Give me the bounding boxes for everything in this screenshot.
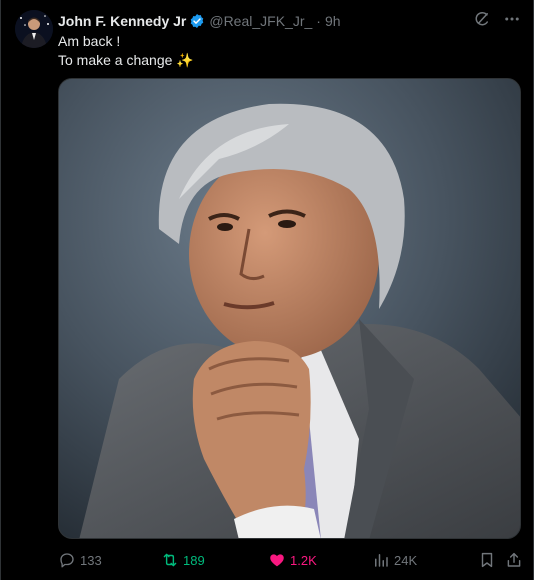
avatar[interactable] <box>15 10 53 48</box>
tweet-text-line-1: Am back ! <box>58 33 121 49</box>
more-options-icon[interactable] <box>503 10 521 28</box>
user-handle[interactable]: @Real_JFK_Jr_ <box>209 13 312 29</box>
views-count: 24K <box>394 552 418 568</box>
share-button[interactable] <box>505 549 527 571</box>
sparkles-emoji: ✨ <box>176 52 194 68</box>
portrait-photo-image <box>59 79 520 538</box>
retweet-icon <box>163 553 177 567</box>
analytics-icon <box>375 554 388 567</box>
separator-dot: · <box>316 13 321 29</box>
tweet-media-photo[interactable] <box>58 78 521 539</box>
tweet-actions-bar: 133 189 1.2K 24K <box>58 549 521 571</box>
share-icon <box>507 552 521 567</box>
display-name[interactable]: John F. Kennedy Jr <box>58 13 186 29</box>
bookmark-button[interactable] <box>478 549 500 571</box>
tweet-text-line-2: To make a change ✨ <box>58 51 194 70</box>
tweet-top-actions <box>473 10 521 28</box>
retweet-count: 189 <box>183 552 205 568</box>
reply-button[interactable]: 133 <box>58 549 102 571</box>
verified-badge-icon <box>189 13 205 29</box>
tweet-header: John F. Kennedy Jr @Real_JFK_Jr_ · 9h <box>58 12 341 30</box>
heart-filled-icon <box>270 554 284 567</box>
tweet-card[interactable]: John F. Kennedy Jr @Real_JFK_Jr_ · 9h Am… <box>0 0 534 580</box>
like-count: 1.2K <box>290 552 317 568</box>
reply-icon <box>60 553 74 568</box>
reply-count: 133 <box>80 552 102 568</box>
bookmark-icon <box>481 552 493 568</box>
tweet-text: Am back ! To make a change ✨ <box>58 32 194 70</box>
views-button[interactable]: 24K <box>372 549 417 571</box>
timestamp[interactable]: 9h <box>325 13 341 29</box>
grok-icon[interactable] <box>473 10 491 28</box>
like-button[interactable]: 1.2K <box>268 549 317 571</box>
tweet-text-line-2-text: To make a change <box>58 52 173 68</box>
retweet-button[interactable]: 189 <box>161 549 205 571</box>
